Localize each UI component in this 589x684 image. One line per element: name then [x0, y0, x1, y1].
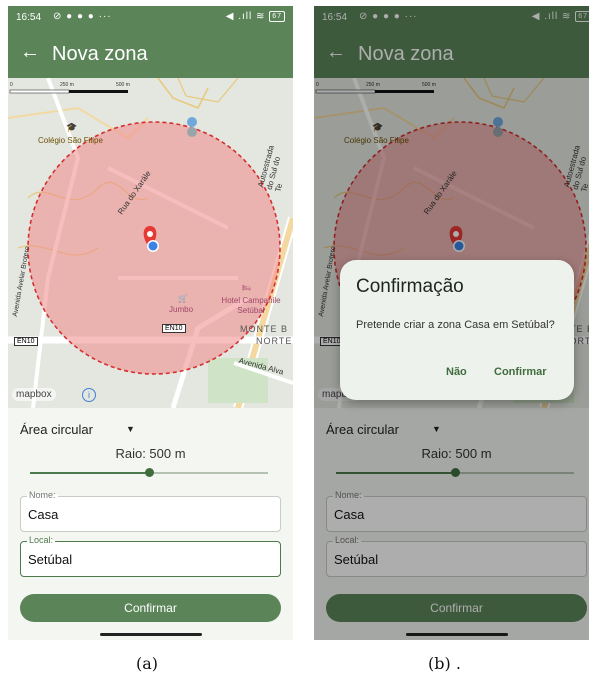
local-field-label: Local:	[27, 535, 56, 545]
notification-icons: ⊘ ● ● ● ···	[53, 11, 112, 22]
status-bar: 16:54 ⊘ ● ● ● ··· ◀ .ıll ≋ 67	[8, 6, 293, 30]
slider-fill	[30, 472, 149, 474]
dialog-title: Confirmação	[356, 276, 464, 297]
screenshot-a: 16:54 ⊘ ● ● ● ··· ◀ .ıll ≋ 67 ← Nova zon…	[8, 6, 293, 640]
name-field-value[interactable]: Casa	[28, 507, 58, 522]
map-label-hotel: Hotel Campanile Setúbal	[221, 296, 281, 315]
dialog-cancel-button[interactable]: Não	[446, 366, 467, 378]
caption-b: (b) .	[428, 654, 461, 673]
dialog-message: Pretende criar a zona Casa em Setúbal?	[356, 319, 555, 331]
gesture-nav-bar[interactable]	[100, 633, 202, 636]
attribution-info-icon[interactable]: i	[82, 388, 96, 402]
map-label-norte: NORTE	[256, 336, 293, 346]
shopping-icon: 🛒	[178, 294, 188, 303]
dialog-confirm-button[interactable]: Confirmar	[494, 366, 547, 378]
scale-label-500: 500 m	[116, 82, 130, 88]
confirmation-dialog: Confirmação Pretende criar a zona Casa e…	[340, 260, 574, 400]
scale-label-250: 250 m	[60, 82, 74, 88]
screenshot-b: 16:54 ⊘ ● ● ● ··· ◀ .ıll ≋ 67 ← Nova zon…	[314, 6, 589, 640]
caption-a: (a)	[136, 654, 159, 673]
school-icon: 🎓	[66, 122, 78, 132]
area-type-dropdown[interactable]: Área circular	[20, 422, 93, 437]
map-label-monte: MONTE B	[240, 324, 289, 334]
radius-label: Raio: 500 m	[115, 446, 186, 461]
confirm-button[interactable]: Confirmar	[20, 594, 281, 622]
app-bar: ← Nova zona	[8, 30, 293, 78]
local-field-value[interactable]: Setúbal	[28, 552, 72, 567]
status-time: 16:54	[16, 12, 42, 23]
map-label-jumbo: Jumbo	[169, 305, 194, 314]
scale-label-0: 0	[10, 82, 13, 88]
road-code-center: EN10	[162, 324, 186, 333]
chevron-down-icon[interactable]: ▼	[126, 424, 135, 434]
map-label-school: Colégio São Filipe	[38, 136, 103, 145]
zone-form: Área circular ▼ Raio: 500 m Nome: Casa L…	[8, 408, 293, 640]
mapbox-logo[interactable]: mapbox	[12, 388, 56, 401]
name-field-label: Nome:	[27, 490, 58, 500]
system-icons: ◀ .ıll ≋ 67	[226, 11, 285, 22]
back-arrow-icon[interactable]: ←	[20, 42, 40, 62]
signal-wifi-icons: ◀ .ıll ≋	[225, 11, 266, 23]
road-code-left: EN10	[14, 337, 38, 346]
page-title: Nova zona	[52, 43, 148, 65]
battery-icon: 67	[269, 11, 285, 22]
hotel-icon: 🛏	[242, 285, 251, 292]
radius-slider[interactable]	[30, 468, 268, 477]
slider-thumb[interactable]	[145, 468, 154, 477]
name-field[interactable]: Nome: Casa	[20, 490, 281, 532]
local-field[interactable]: Local: Setúbal	[20, 535, 281, 577]
